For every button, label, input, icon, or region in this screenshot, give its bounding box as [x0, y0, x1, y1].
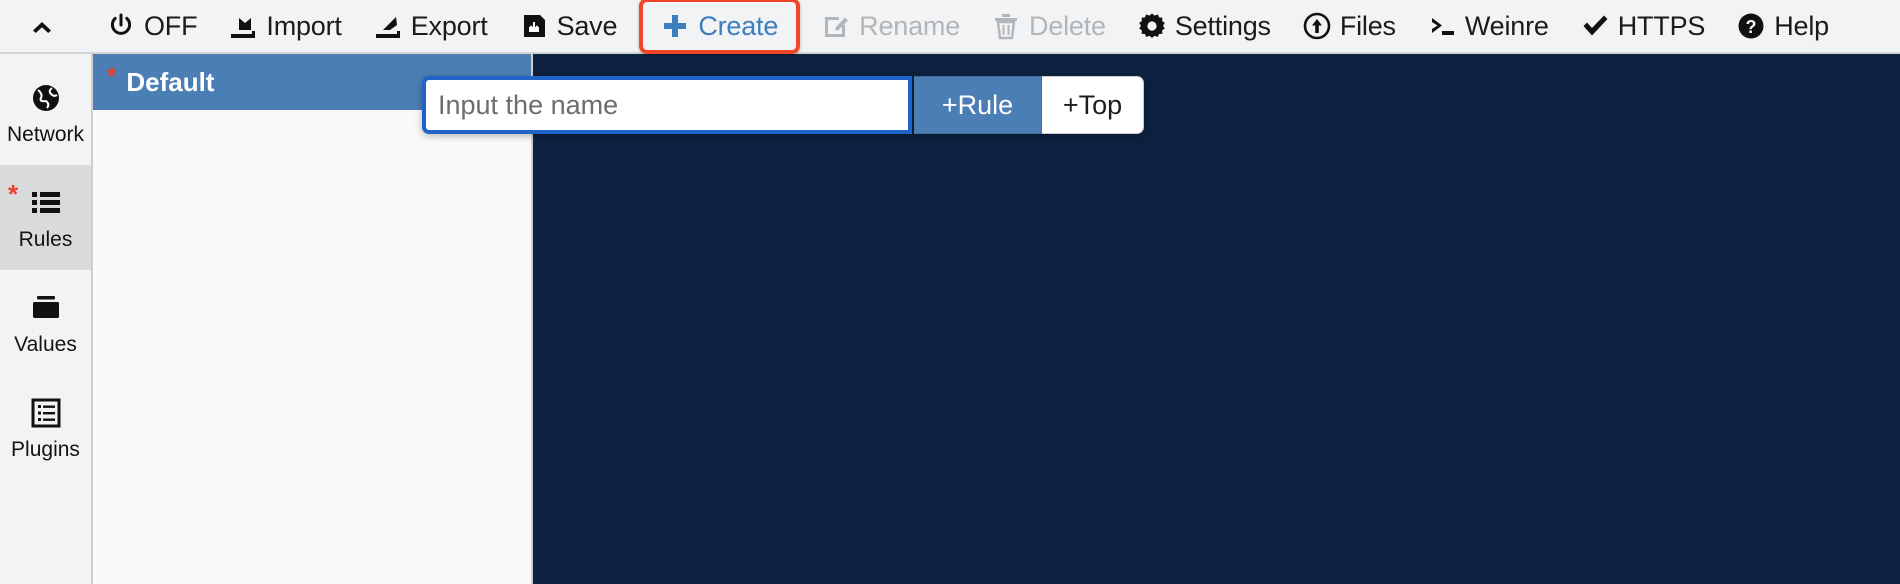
rename-label: Rename: [859, 10, 961, 41]
list-icon: [29, 186, 63, 220]
help-button[interactable]: ? Help: [1721, 0, 1845, 52]
plus-icon: [661, 12, 689, 40]
rules-modified-marker: *: [8, 179, 19, 209]
power-off-label: OFF: [144, 10, 198, 41]
sidebar-item-values[interactable]: Values: [0, 270, 91, 375]
save-icon: [520, 12, 548, 40]
rename-button[interactable]: Rename: [806, 0, 976, 52]
delete-button[interactable]: Delete: [976, 0, 1122, 52]
import-button[interactable]: Import: [213, 0, 357, 52]
plugins-icon: [29, 396, 63, 430]
sidebar-label-values: Values: [14, 332, 77, 356]
help-label: Help: [1774, 10, 1829, 41]
add-rule-button[interactable]: +Rule: [914, 76, 1042, 134]
folder-icon: [29, 291, 63, 325]
check-icon: [1581, 12, 1609, 40]
rule-name-input[interactable]: [422, 76, 912, 134]
weinre-label: Weinre: [1464, 10, 1549, 41]
files-button[interactable]: Files: [1287, 0, 1412, 52]
create-rule-bar: +Rule +Top: [422, 76, 1144, 134]
create-button[interactable]: Create: [639, 0, 801, 54]
terminal-icon: [1428, 12, 1456, 40]
row-modified-marker: *: [107, 63, 117, 90]
import-icon: [229, 12, 257, 40]
app-window: OFF Import Export Save Create Rename Del…: [0, 0, 1900, 584]
globe-icon: [29, 81, 63, 115]
save-button[interactable]: Save: [504, 0, 634, 52]
main-toolbar: OFF Import Export Save Create Rename Del…: [0, 0, 1900, 54]
settings-label: Settings: [1174, 10, 1271, 41]
export-icon: [374, 12, 402, 40]
sidebar-item-plugins[interactable]: Plugins: [0, 375, 91, 480]
weinre-button[interactable]: Weinre: [1412, 0, 1565, 52]
sidebar-item-rules[interactable]: * Rules: [0, 165, 91, 270]
power-icon: [107, 12, 135, 40]
sidebar-label-network: Network: [6, 122, 85, 146]
sidebar-item-network[interactable]: Network: [0, 60, 91, 165]
sidebar-label-plugins: Plugins: [11, 437, 80, 461]
create-label: Create: [698, 10, 779, 41]
sidebar-label-rules: Rules: [18, 227, 73, 251]
https-button[interactable]: HTTPS: [1565, 0, 1722, 52]
chevron-up-icon: [28, 12, 56, 40]
settings-button[interactable]: Settings: [1122, 0, 1287, 52]
trash-icon: [992, 12, 1020, 40]
files-label: Files: [1339, 10, 1396, 41]
add-top-button[interactable]: +Top: [1042, 76, 1144, 134]
svg-text:?: ?: [1746, 17, 1757, 37]
left-sidebar: Network * Rules Values Plugins: [0, 54, 93, 584]
upload-circle-icon: [1303, 12, 1331, 40]
delete-label: Delete: [1029, 10, 1106, 41]
gear-icon: [1138, 12, 1166, 40]
rename-icon: [822, 12, 850, 40]
https-label: HTTPS: [1617, 10, 1706, 41]
list-item-label: Default: [126, 66, 215, 97]
export-button[interactable]: Export: [358, 0, 504, 52]
collapse-toolbar-button[interactable]: [6, 0, 91, 52]
question-circle-icon: ?: [1737, 12, 1765, 40]
power-off-button[interactable]: OFF: [91, 0, 213, 52]
save-label: Save: [556, 10, 618, 41]
import-label: Import: [266, 10, 342, 41]
export-label: Export: [410, 10, 488, 41]
